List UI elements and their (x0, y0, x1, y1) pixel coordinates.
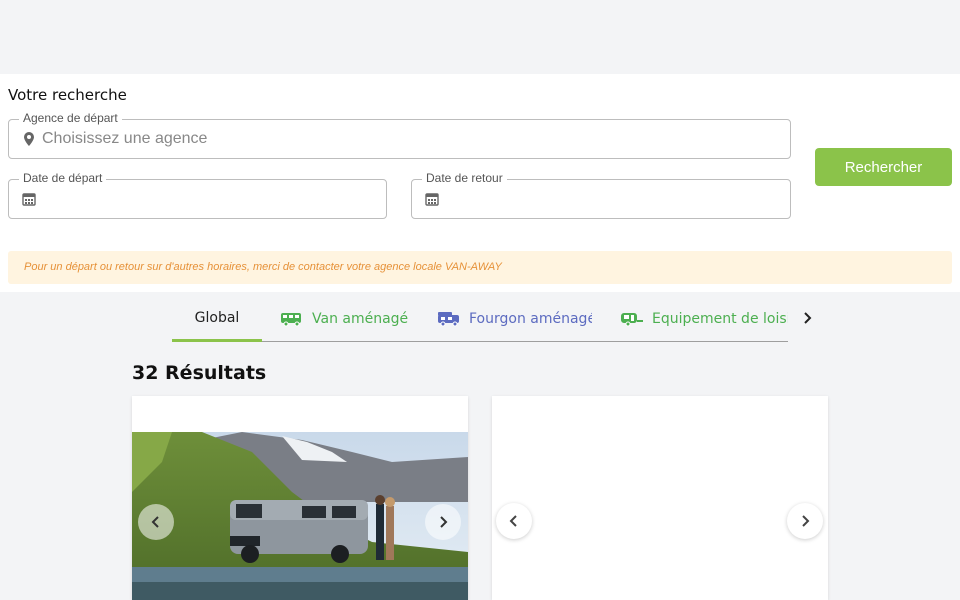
result-card[interactable] (492, 396, 828, 600)
departure-date-field[interactable]: Date de départ (8, 171, 387, 219)
trailer-icon (621, 313, 643, 327)
return-date-label: Date de retour (422, 171, 507, 185)
carousel-prev-button[interactable] (138, 504, 174, 540)
chevron-left-icon (151, 516, 159, 528)
tab-equipement-loisirs[interactable]: Equipement de loisi (620, 296, 788, 342)
top-band (0, 0, 960, 74)
calendar-icon (425, 193, 439, 206)
agency-placeholder: Choisissez une agence (42, 130, 208, 147)
chevron-right-icon (802, 515, 810, 527)
van-icon (281, 313, 301, 327)
carousel-next-button[interactable] (425, 504, 461, 540)
tab-global-label: Global (194, 309, 240, 326)
vehicle-photo (132, 432, 468, 600)
carousel-next-button[interactable] (787, 503, 823, 539)
agency-label: Agence de départ (19, 111, 122, 125)
tab-fourgon-amenage[interactable]: Fourgon aménagé (437, 296, 592, 342)
camper-icon (438, 312, 459, 327)
tab-van-amenage[interactable]: Van aménagé (280, 296, 410, 342)
tab-fourgon-label: Fourgon aménagé (469, 311, 592, 327)
notice-text: Pour un départ ou retour sur d'autres ho… (24, 261, 502, 273)
chevron-right-icon (440, 516, 448, 528)
tab-van-label: Van aménagé (312, 311, 409, 327)
category-tabs: Global Van aménagé Fourgon aménagé Equip… (172, 296, 788, 342)
tab-global[interactable]: Global (172, 296, 262, 342)
return-date-field[interactable]: Date de retour (411, 171, 791, 219)
search-button[interactable]: Rechercher (815, 148, 952, 186)
agency-select[interactable]: Agence de départ Choisissez une agence (8, 111, 791, 159)
location-pin-icon (24, 132, 34, 146)
chevron-left-icon (509, 515, 517, 527)
departure-date-label: Date de départ (19, 171, 107, 185)
notice-banner: Pour un départ ou retour sur d'autres ho… (8, 251, 952, 284)
results-count: 32 Résultats (132, 362, 267, 384)
search-title: Votre recherche (8, 86, 127, 104)
result-card[interactable] (132, 396, 468, 600)
calendar-icon (22, 193, 36, 206)
chevron-right-icon[interactable] (800, 309, 816, 327)
carousel-prev-button[interactable] (496, 503, 532, 539)
search-panel: Votre recherche Agence de départ Choisis… (0, 74, 960, 292)
tab-equip-label: Equipement de loisi (652, 311, 788, 327)
